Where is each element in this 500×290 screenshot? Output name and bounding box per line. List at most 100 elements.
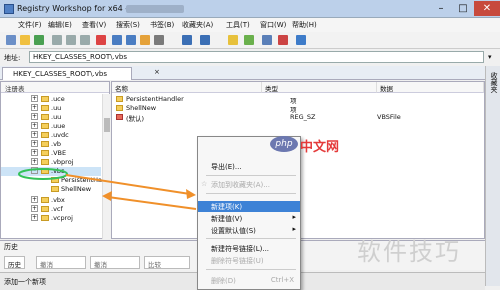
bookmark-icon[interactable]	[262, 35, 272, 45]
folder-icon	[41, 159, 49, 165]
column-name[interactable]: 名称	[112, 82, 262, 93]
undo-tab-1[interactable]: 撤消	[36, 256, 86, 269]
menu-search[interactable]: 搜索(S)	[116, 20, 140, 30]
open-icon[interactable]	[20, 35, 30, 45]
save-icon[interactable]	[34, 35, 44, 45]
tree-item[interactable]: + .uu	[1, 113, 101, 122]
collapse-icon[interactable]: –	[31, 167, 38, 174]
search-icon[interactable]	[140, 35, 150, 45]
cut-icon[interactable]	[52, 35, 62, 45]
menu-help[interactable]: 帮助(H)	[292, 20, 317, 30]
tree-item[interactable]: ShellNew	[1, 185, 101, 194]
expand-icon[interactable]: +	[31, 113, 38, 120]
close-button[interactable]: ✕	[474, 1, 500, 16]
menu-delete-symlink[interactable]: 删除符号链接(U)	[198, 255, 300, 266]
expand-icon[interactable]: +	[31, 140, 38, 147]
expand-icon[interactable]: +	[31, 214, 38, 221]
expand-icon[interactable]: +	[31, 122, 38, 129]
tab-vbs[interactable]: HKEY_CLASSES_ROOT\.vbs	[2, 67, 132, 80]
info-icon[interactable]	[296, 35, 306, 45]
menu-new-key[interactable]: 新建项(K)	[198, 201, 300, 212]
new-icon[interactable]	[6, 35, 16, 45]
folder-icon	[41, 114, 49, 120]
expand-icon[interactable]: +	[31, 95, 38, 102]
menu-bookmarks[interactable]: 书签(B)	[150, 20, 174, 30]
delete-icon[interactable]	[96, 35, 106, 45]
value-row[interactable]: ShellNew 项	[112, 104, 484, 114]
folder-icon	[51, 186, 59, 192]
status-text: 添加一个新项	[4, 278, 46, 286]
stop-icon[interactable]	[278, 35, 288, 45]
menu-delete[interactable]: 删除(D) Ctrl+X	[198, 275, 300, 286]
expand-icon[interactable]: +	[31, 131, 38, 138]
maximize-button[interactable]: □	[452, 1, 474, 16]
value-row[interactable]: PersistentHandler 项	[112, 95, 484, 105]
favorite-icon[interactable]	[228, 35, 238, 45]
menu-new-value[interactable]: 新建值(V) ▸	[198, 213, 300, 224]
tree-item[interactable]: + .vbproj	[1, 158, 101, 167]
menu-separator	[206, 175, 296, 176]
folder-icon	[41, 197, 49, 203]
tree-item[interactable]: + .uu	[1, 104, 101, 113]
folder-icon	[116, 105, 123, 111]
tree-item[interactable]: + .vcf	[1, 205, 101, 214]
address-bar: 地址: HKEY_CLASSES_ROOT\.vbs ▾	[0, 50, 500, 65]
folder-icon	[41, 206, 49, 212]
minimize-button[interactable]: –	[430, 1, 452, 16]
expand-icon[interactable]: +	[31, 205, 38, 212]
context-menu: 导出(E)... ☆ 添加到收藏夹(A)... 新建项(K) 新建值(V) ▸ 设置…	[197, 136, 301, 290]
tree-scrollbar[interactable]	[102, 94, 110, 239]
expand-icon[interactable]: +	[31, 149, 38, 156]
redo-icon[interactable]	[126, 35, 136, 45]
menu-set-default[interactable]: 设置默认值(S) ▸	[198, 225, 300, 236]
paste-icon[interactable]	[80, 35, 90, 45]
tree-item[interactable]: + .uce	[1, 95, 101, 104]
menu-tools[interactable]: 工具(T)	[226, 20, 250, 30]
star-icon: ☆	[201, 180, 208, 188]
tree-item[interactable]: + .uvdc	[1, 131, 101, 140]
menu-export[interactable]: 导出(E)...	[198, 161, 300, 172]
expand-icon[interactable]: +	[31, 158, 38, 165]
back-icon[interactable]	[182, 35, 192, 45]
folder-icon	[41, 215, 49, 221]
tab-strip: HKEY_CLASSES_ROOT\.vbs ×	[0, 66, 485, 80]
registry-tree[interactable]: 注册表 + .uce + .uu + .uu + .uue + .uvdc + .vb +.…	[0, 81, 110, 239]
tree-item[interactable]: + .vbx	[1, 196, 101, 205]
tree-item-vbs[interactable]: – .vbs	[1, 167, 101, 176]
undo-icon[interactable]	[112, 35, 122, 45]
value-row[interactable]: (默认) REG_SZ VBSFile	[112, 113, 484, 123]
folder-icon	[41, 150, 49, 156]
tree-item[interactable]: + .vcproj	[1, 214, 101, 223]
refresh-icon[interactable]	[244, 35, 254, 45]
compare-tab[interactable]: 比较	[144, 256, 190, 269]
forward-icon[interactable]	[200, 35, 210, 45]
menu-window[interactable]: 窗口(W)	[260, 20, 286, 30]
undo-tab-2[interactable]: 撤消	[90, 256, 140, 269]
menu-favorites[interactable]: 收藏夹(A)	[182, 20, 213, 30]
watermark: 软件技巧	[357, 238, 461, 266]
menu-edit[interactable]: 编辑(E)	[48, 20, 72, 30]
copy-icon[interactable]	[66, 35, 76, 45]
menu-add-favorite[interactable]: ☆ 添加到收藏夹(A)...	[198, 179, 300, 190]
menu-file[interactable]: 文件(F)	[18, 20, 42, 30]
expand-icon[interactable]: +	[31, 196, 38, 203]
column-type[interactable]: 类型	[262, 82, 377, 93]
tree-item[interactable]: PersistentHan	[1, 176, 106, 185]
tree-item[interactable]: + .vb	[1, 140, 101, 149]
scrollbar-thumb[interactable]	[104, 118, 110, 132]
address-input[interactable]: HKEY_CLASSES_ROOT\.vbs	[29, 51, 484, 63]
menu-new-symlink[interactable]: 新建符号链接(L)...	[198, 243, 300, 254]
submenu-arrow-icon: ▸	[292, 213, 296, 221]
tab-close-icon[interactable]: ×	[154, 68, 160, 76]
compare-icon[interactable]	[154, 35, 164, 45]
expand-icon[interactable]: +	[31, 104, 38, 111]
tree-item[interactable]: + .uue	[1, 122, 101, 131]
tree-header: 注册表	[1, 82, 109, 93]
history-title: 历史	[4, 243, 18, 251]
column-data[interactable]: 数据	[377, 82, 484, 93]
history-tab[interactable]: 历史	[4, 256, 25, 269]
tree-item[interactable]: + .VBE	[1, 149, 101, 158]
favorites-dock[interactable]: 收藏夹	[485, 66, 500, 286]
menu-view[interactable]: 查看(V)	[82, 20, 106, 30]
address-dropdown-icon[interactable]: ▾	[488, 53, 492, 61]
